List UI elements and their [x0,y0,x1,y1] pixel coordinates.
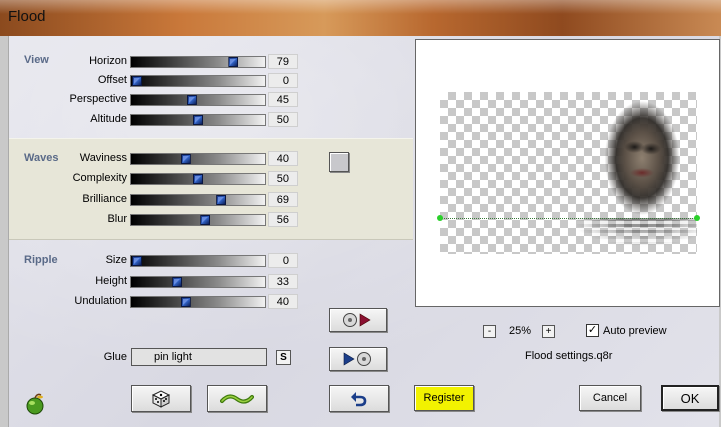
slider-row-offset: Offset 0 [9,73,309,88]
wave-color-swatch[interactable] [329,152,349,172]
app-logo [23,392,47,416]
flood-dialog: Flood View Waves Ripple Horizon 79 Offset 0… [0,0,721,427]
reset-button[interactable] [207,385,267,412]
slider-thumb[interactable] [200,215,211,225]
slider-row-blur: Blur 56 [9,212,309,227]
load-preset-button[interactable] [329,308,387,332]
slider-value[interactable]: 45 [268,92,298,107]
slider-track-blur[interactable] [130,214,266,226]
slider-label: Height [95,275,127,287]
slider-track-altitude[interactable] [130,114,266,126]
slider-label: Undulation [74,295,127,307]
undo-button[interactable] [329,385,389,412]
register-button[interactable]: Register [414,385,474,411]
slider-value[interactable]: 40 [268,151,298,166]
glue-s-button[interactable]: S [276,350,291,365]
preview-panel[interactable] [415,39,720,307]
slider-row-complexity: Complexity 50 [9,171,309,186]
window-title: Flood [8,8,46,25]
horizon-handle-left[interactable] [437,215,443,221]
slider-label: Offset [97,74,127,86]
slider-label: Altitude [90,113,127,125]
slider-row-horizon: Horizon 79 [9,54,309,69]
slider-thumb[interactable] [228,57,239,67]
slider-value[interactable]: 0 [268,73,298,88]
slider-row-waviness: Waviness 40 [9,151,309,166]
slider-row-brilliance: Brilliance 69 [9,192,309,207]
slider-row-perspective: Perspective 45 [9,92,309,107]
random-button[interactable] [131,385,191,412]
undo-arrow-icon [351,391,367,406]
slider-thumb[interactable] [180,297,191,307]
slider-value[interactable]: 33 [268,274,298,289]
slider-track-offset[interactable] [130,75,266,87]
settings-filename: Flood settings.q8r [525,350,613,362]
zoom-level: 25% [508,325,532,337]
slider-thumb[interactable] [172,277,183,287]
wave-icon [220,393,254,404]
slider-thumb[interactable] [186,95,197,105]
slider-thumb[interactable] [193,174,203,184]
slider-row-undulation: Undulation 40 [9,294,309,309]
slider-track-horizon[interactable] [130,56,266,68]
slider-value[interactable]: 79 [268,54,298,69]
slider-thumb[interactable] [216,195,227,205]
dialog-client-area: View Waves Ripple Horizon 79 Offset 0 Perspe… [8,36,720,427]
slider-value[interactable]: 56 [268,212,298,227]
slider-label: Complexity [72,172,127,184]
slider-label: Brilliance [82,193,127,205]
slider-value[interactable]: 0 [268,253,298,268]
save-preset-icon [343,352,371,366]
slider-label: Horizon [89,55,127,67]
slider-row-height: Height 33 [9,274,309,289]
slider-track-complexity[interactable] [130,173,266,185]
slider-thumb[interactable] [132,76,142,86]
slider-track-height[interactable] [130,276,266,288]
slider-track-perspective[interactable] [130,94,266,106]
slider-value[interactable]: 40 [268,294,298,309]
slider-track-size[interactable] [130,255,266,267]
slider-thumb[interactable] [180,154,191,164]
slider-thumb[interactable] [132,256,142,266]
title-bar[interactable]: Flood [0,0,721,36]
dice-icon [151,389,171,408]
auto-preview-checkbox[interactable]: ✓ [586,324,599,337]
slider-label: Waviness [79,152,127,164]
ok-button[interactable]: OK [661,385,719,411]
cancel-button[interactable]: Cancel [579,385,641,411]
slider-track-undulation[interactable] [130,296,266,308]
slider-value[interactable]: 50 [268,171,298,186]
auto-preview-label: Auto preview [603,325,667,337]
slider-label: Perspective [69,93,127,105]
horizon-handle-right[interactable] [694,215,700,221]
slider-thumb[interactable] [193,115,203,125]
preview-canvas [440,92,697,254]
slider-row-size: Size 0 [9,253,309,268]
load-preset-icon [343,313,371,327]
slider-value[interactable]: 50 [268,112,298,127]
slider-label: Size [105,254,127,266]
preview-image-reflection [577,218,697,254]
slider-row-altitude: Altitude 50 [9,112,309,127]
zoom-in-button[interactable]: + [542,325,555,338]
save-preset-button[interactable] [329,347,387,371]
glue-field[interactable]: pin light [131,348,267,366]
slider-value[interactable]: 69 [268,192,298,207]
green-apple-icon [26,393,44,415]
slider-track-waviness[interactable] [130,153,266,165]
zoom-out-button[interactable]: - [483,325,496,338]
slider-label: Blur [107,213,127,225]
horizon-guide-line [440,218,697,219]
slider-track-brilliance[interactable] [130,194,266,206]
glue-label: Glue [103,351,127,363]
